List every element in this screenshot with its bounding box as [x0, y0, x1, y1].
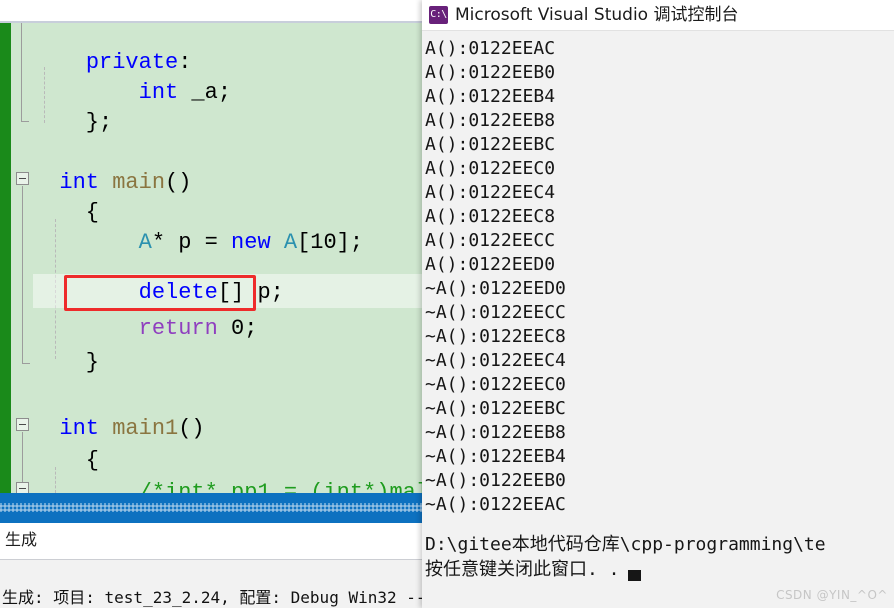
console-output-line: ~A():0122EEAC: [425, 494, 566, 515]
code-line[interactable]: {: [0, 443, 99, 478]
console-app-icon: C:\: [429, 6, 448, 24]
code-token: main1: [112, 416, 179, 441]
code-token: /*int* pp1 = (int*)mallo: [138, 480, 456, 493]
code-token: int: [59, 170, 100, 195]
console-output-line: A():0122EED0: [425, 254, 556, 275]
code-token: new: [231, 230, 271, 255]
output-build-line: 生成: 项目: test_23_2.24, 配置: Debug Win32 --…: [2, 588, 445, 607]
console-output-line: ~A():0122EED0: [425, 278, 566, 299]
code-token: };: [33, 110, 113, 135]
code-token: {: [33, 448, 100, 473]
console-output-line: ~A():0122EEBC: [425, 398, 566, 419]
console-output-line: A():0122EEB8: [425, 110, 556, 131]
console-output-line: ~A():0122EEB0: [425, 470, 566, 491]
console-output-line: ~A():0122EEC8: [425, 326, 566, 347]
console-output-line: A():0122EEBC: [425, 134, 556, 155]
console-output-line: ~A():0122EECC: [425, 302, 566, 323]
console-path-line: D:\gitee本地代码仓库\cpp-programming\te: [425, 534, 826, 555]
console-output-line: A():0122EEB4: [425, 86, 556, 107]
console-output-line: A():0122EEC4: [425, 182, 556, 203]
code-token: * p =: [151, 230, 232, 255]
console-output-line: ~A():0122EEB8: [425, 422, 566, 443]
code-line[interactable]: return 0;: [0, 311, 258, 346]
console-output-line: A():0122EEB0: [425, 62, 556, 83]
code-line[interactable]: }: [0, 345, 99, 380]
code-token: A: [138, 230, 152, 255]
code-token: {: [33, 200, 100, 225]
code-token: int: [59, 416, 100, 441]
code-token: private: [85, 50, 179, 75]
console-output-line: A():0122EEC8: [425, 206, 556, 227]
code-token: [10];: [297, 230, 364, 255]
console-output-line: ~A():0122EEC0: [425, 374, 566, 395]
debug-console-window[interactable]: C:\ Microsoft Visual Studio 调试控制台 A():01…: [422, 0, 894, 608]
code-token: A: [283, 230, 298, 255]
console-output-line: A():0122EEAC: [425, 38, 556, 59]
console-titlebar[interactable]: C:\ Microsoft Visual Studio 调试控制台: [422, 0, 894, 31]
console-window-title: Microsoft Visual Studio 调试控制台: [455, 5, 739, 25]
console-prompt-line: 按任意键关闭此窗口. . .: [425, 559, 642, 580]
code-token: return: [138, 316, 218, 341]
code-token: int: [138, 80, 179, 105]
output-tab-build[interactable]: 生成: [5, 526, 37, 554]
code-token: _a;: [178, 80, 232, 105]
code-token: }: [33, 350, 100, 375]
code-token: (): [165, 170, 192, 195]
code-token: main: [112, 170, 166, 195]
annotation-rectangle: [64, 275, 256, 311]
code-line[interactable]: A* p = new A[10];: [0, 225, 363, 260]
console-cursor-block: [628, 570, 641, 581]
console-output-line: ~A():0122EEB4: [425, 446, 566, 467]
console-output-line: A():0122EECC: [425, 230, 556, 251]
csdn-watermark: CSDN @YIN_^O^: [776, 588, 888, 602]
console-output-line: A():0122EEC0: [425, 158, 556, 179]
code-line[interactable]: [0, 378, 33, 413]
code-token: :: [178, 50, 192, 75]
console-output-area[interactable]: A():0122EEAC A():0122EEB0 A():0122EEB4 A():…: [422, 31, 894, 608]
code-token: (): [178, 416, 205, 441]
code-line[interactable]: /*int* pp1 = (int*)mallo: [0, 475, 456, 493]
code-token: 0;: [217, 316, 258, 341]
code-line[interactable]: int main1(): [0, 411, 205, 446]
console-output-line: ~A():0122EEC4: [425, 350, 566, 371]
